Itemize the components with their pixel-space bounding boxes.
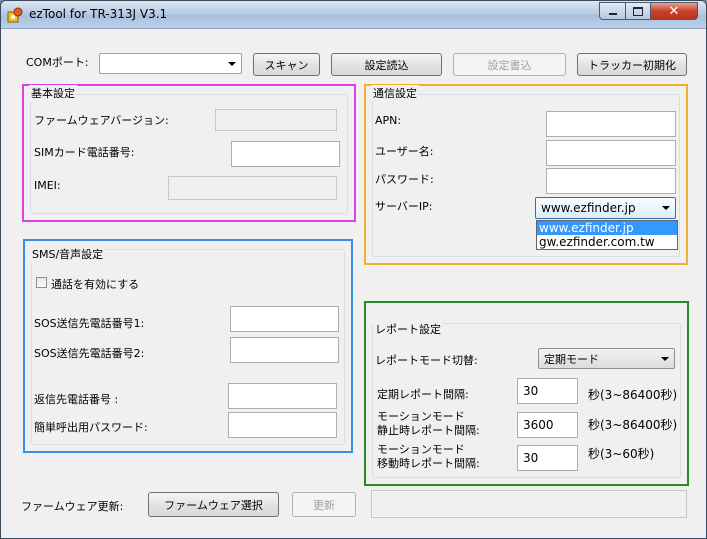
sos2-label: SOS送信先電話番号2: [34, 347, 145, 360]
com-port-label: COMポート: [26, 56, 89, 69]
read-settings-button[interactable]: 設定読込 [331, 53, 442, 76]
report-mode-label: レポートモード切替: [375, 354, 478, 367]
enable-call-label[interactable]: 通話を有効にする [51, 276, 139, 292]
call-password-input[interactable] [228, 412, 337, 438]
app-window: ezTool for TR-313J V3.1 ✕ COMポート: スキャン 設… [0, 0, 707, 539]
static-interval-unit: 秒(3~86400秒) [588, 418, 678, 432]
firmware-update-button[interactable]: 更新 [292, 492, 356, 517]
reply-number-input[interactable] [228, 383, 337, 409]
imei-label: IMEI: [34, 179, 61, 192]
sos1-label: SOS送信先電話番号1: [34, 317, 145, 330]
reply-number-label: 返信先電話番号 : [34, 393, 119, 406]
firmware-status-field [371, 490, 687, 518]
report-mode-value: 定期モード [544, 352, 599, 366]
comm-settings-title: 通信設定 [371, 85, 419, 101]
maximize-icon [633, 6, 643, 16]
apn-input[interactable] [546, 111, 676, 137]
moving-interval-input[interactable]: 30 [517, 445, 578, 471]
moving-interval-unit: 秒(3~60秒) [588, 447, 655, 461]
firmware-update-label: ファームウェア更新: [21, 500, 124, 513]
close-button[interactable]: ✕ [650, 2, 698, 20]
comm-password-label: パスワード: [375, 173, 434, 186]
init-tracker-button[interactable]: トラッカー初期化 [577, 53, 687, 76]
server-ip-dropdown[interactable]: www.ezfinder.jp gw.ezfinder.com.tw [536, 220, 678, 250]
chevron-down-icon [228, 61, 236, 66]
scan-button[interactable]: スキャン [253, 53, 320, 76]
apn-label: APN: [375, 114, 402, 127]
close-icon: ✕ [668, 3, 680, 19]
server-ip-value: www.ezfinder.jp [541, 201, 636, 215]
server-ip-select[interactable]: www.ezfinder.jp [535, 197, 676, 219]
minimize-button[interactable] [599, 2, 626, 20]
sms-settings-title: SMS/音声設定 [30, 246, 106, 262]
sos1-input[interactable] [230, 306, 339, 332]
firmware-version-field [215, 109, 337, 131]
imei-field [168, 176, 337, 200]
username-input[interactable] [546, 140, 676, 166]
write-settings-button[interactable]: 設定書込 [453, 53, 566, 76]
report-settings-title: レポート設定 [373, 321, 443, 337]
username-label: ユーザー名: [375, 145, 434, 158]
chevron-down-icon [661, 356, 669, 361]
sos2-input[interactable] [230, 337, 339, 363]
window-title: ezTool for TR-313J V3.1 [29, 7, 168, 21]
interval-input[interactable]: 30 [517, 378, 578, 404]
interval-label: 定期レポート間隔: [377, 388, 469, 401]
maximize-button[interactable] [625, 2, 651, 20]
firmware-select-button[interactable]: ファームウェア選択 [148, 492, 279, 517]
server-ip-option[interactable]: gw.ezfinder.com.tw [537, 235, 677, 249]
sim-number-label: SIMカード電話番号: [34, 146, 135, 159]
minimize-icon [608, 13, 617, 15]
call-password-label: 簡単呼出用パスワード: [34, 421, 148, 434]
interval-unit: 秒(3~86400秒) [588, 388, 678, 402]
report-mode-select[interactable]: 定期モード [538, 348, 675, 369]
com-port-select[interactable] [99, 53, 242, 74]
basic-settings-title: 基本設定 [29, 85, 77, 101]
firmware-version-label: ファームウェアバージョン: [34, 114, 169, 127]
server-ip-option[interactable]: www.ezfinder.jp [537, 221, 677, 235]
static-interval-label-2: 静止時レポート間隔: [377, 424, 480, 437]
static-interval-input[interactable]: 3600 [517, 412, 578, 438]
server-ip-label: サーバーIP: [375, 200, 433, 213]
moving-interval-label-2: 移動時レポート間隔: [377, 457, 480, 470]
title-bar[interactable]: ezTool for TR-313J V3.1 ✕ [1, 1, 706, 29]
enable-call-checkbox[interactable] [36, 277, 47, 288]
comm-password-input[interactable] [546, 168, 676, 194]
app-icon [7, 7, 23, 23]
chevron-down-icon [662, 206, 670, 210]
sim-number-input[interactable] [231, 141, 340, 167]
